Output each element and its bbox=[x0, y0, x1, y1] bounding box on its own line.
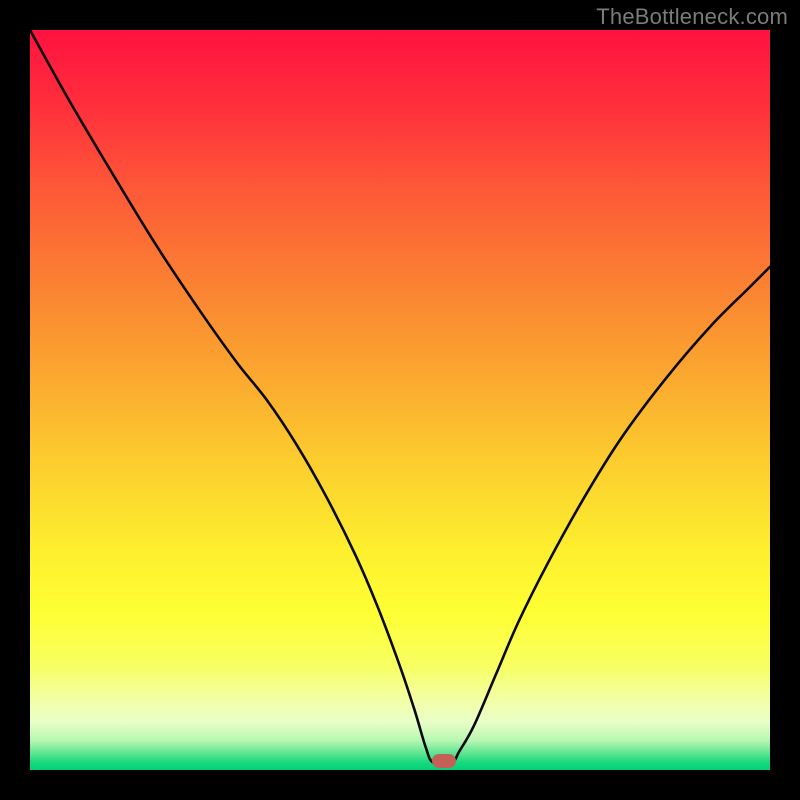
optimal-marker-icon bbox=[432, 754, 456, 768]
chart-frame: TheBottleneck.com bbox=[0, 0, 800, 800]
plot-area bbox=[30, 30, 770, 770]
gradient-background bbox=[30, 30, 770, 770]
watermark-label: TheBottleneck.com bbox=[596, 4, 788, 30]
plot-svg bbox=[30, 30, 770, 770]
